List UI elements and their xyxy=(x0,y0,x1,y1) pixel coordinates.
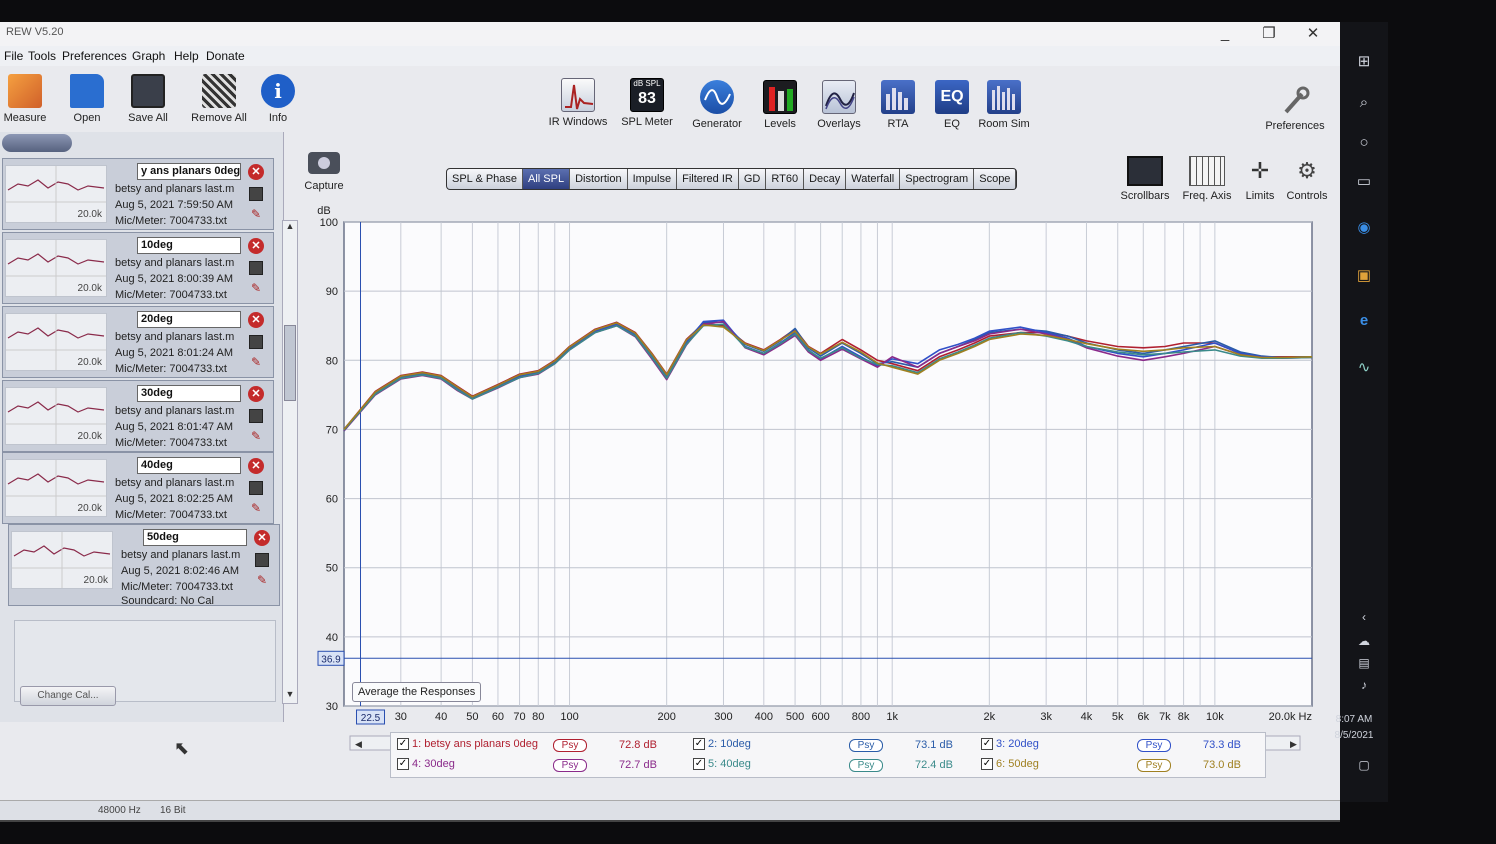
y-tick-label: 100 xyxy=(320,217,338,229)
x-tick-label: 1k xyxy=(886,711,898,723)
x-tick-label: 6k xyxy=(1137,711,1149,723)
y-tick-label: 70 xyxy=(326,424,338,436)
windows-start-icon[interactable]: ⊞ xyxy=(1352,52,1376,70)
cursor-y-readout: 36.9 xyxy=(321,654,341,665)
x-tick-label: 100 xyxy=(560,711,578,723)
y-tick-label: 80 xyxy=(326,355,338,367)
system-clock[interactable]: 8:07 AM 8/5/2021 xyxy=(1324,712,1384,744)
status-bar: 48000 Hz 16 Bit xyxy=(0,800,1340,820)
scroll-right-icon[interactable]: ▶ xyxy=(1290,739,1297,749)
x-tick-label: 4k xyxy=(1081,711,1093,723)
legend-panel: ✓ 1: betsy ans planars 0deg Psy 72.8 dB ✓ 2: … xyxy=(390,732,1266,778)
y-tick-label: 60 xyxy=(326,494,338,506)
network-icon[interactable]: ▤ xyxy=(1352,656,1376,670)
psy-smoothing-button[interactable]: Psy xyxy=(1137,739,1171,752)
psy-smoothing-button[interactable]: Psy xyxy=(849,759,883,772)
legend-value: 73.0 dB xyxy=(1203,759,1241,771)
legend-entry[interactable]: ✓ 3: 20deg xyxy=(981,738,1039,751)
legend-value: 73.3 dB xyxy=(1203,739,1241,751)
legend-entry[interactable]: ✓ 6: 50deg xyxy=(981,758,1039,771)
volume-icon[interactable]: ♪ xyxy=(1352,678,1376,692)
scroll-left-icon[interactable]: ◀ xyxy=(355,739,362,749)
legend-entry[interactable]: ✓ 4: 30deg xyxy=(397,758,455,771)
legend-checkbox[interactable]: ✓ xyxy=(981,758,993,771)
notification-icon[interactable]: ▢ xyxy=(1352,758,1376,772)
sample-rate: 48000 Hz xyxy=(98,805,141,816)
legend-value: 72.8 dB xyxy=(619,739,657,751)
legend-entry[interactable]: ✓ 1: betsy ans planars 0deg xyxy=(397,738,538,751)
x-tick-label: 20.0k Hz xyxy=(1269,711,1312,723)
y-axis-label: dB xyxy=(317,205,330,217)
edge-icon[interactable]: ◉ xyxy=(1352,218,1376,236)
x-tick-label: 300 xyxy=(714,711,732,723)
cursor-x-readout: 22.5 xyxy=(361,713,381,724)
spl-graph[interactable]: 30405060708090100dB30 40 50 60 70 80 100 200 300… xyxy=(0,22,1340,800)
legend-checkbox[interactable]: ✓ xyxy=(693,738,705,751)
rew-window: REW V5.20 _ ❐ ✕ File Tools Preferences G… xyxy=(0,22,1340,822)
y-tick-label: 40 xyxy=(326,632,338,644)
legend-label: 4: 30deg xyxy=(412,758,455,770)
x-tick-label: 50 xyxy=(466,711,478,723)
legend-label: 5: 40deg xyxy=(708,758,751,770)
legend-label: 6: 50deg xyxy=(996,758,1039,770)
ie-icon[interactable]: e xyxy=(1352,312,1376,329)
onedrive-icon[interactable]: ☁ xyxy=(1352,634,1376,648)
legend-value: 72.4 dB xyxy=(915,759,953,771)
rew-app-icon[interactable]: ∿ xyxy=(1352,358,1376,376)
x-tick-label: 500 xyxy=(786,711,804,723)
x-tick-label: 70 xyxy=(513,711,525,723)
x-tick-label: 400 xyxy=(755,711,773,723)
x-tick-label: 80 xyxy=(532,711,544,723)
psy-smoothing-button[interactable]: Psy xyxy=(849,739,883,752)
x-tick-label: 7k xyxy=(1159,711,1171,723)
legend-value: 72.7 dB xyxy=(619,759,657,771)
average-responses-button[interactable]: Average the Responses xyxy=(352,682,482,702)
x-tick-label: 200 xyxy=(657,711,675,723)
cortana-icon[interactable]: ○ xyxy=(1352,134,1376,151)
search-icon[interactable]: ⌕ xyxy=(1352,94,1376,111)
windows-taskbar: ⊞ ⌕ ○ ▭ ◉ ▣ e ∿ ‹ ☁ ▤ ♪ ▢ xyxy=(1340,22,1388,802)
x-tick-label: 5k xyxy=(1112,711,1124,723)
y-tick-label: 90 xyxy=(326,286,338,298)
legend-label: 2: 10deg xyxy=(708,738,751,750)
x-tick-label: 40 xyxy=(435,711,447,723)
psy-smoothing-button[interactable]: Psy xyxy=(553,739,587,752)
bit-depth: 16 Bit xyxy=(160,805,186,816)
legend-checkbox[interactable]: ✓ xyxy=(397,738,409,751)
x-tick-label: 800 xyxy=(852,711,870,723)
legend-label: 3: 20deg xyxy=(996,738,1039,750)
x-tick-label: 10k xyxy=(1206,711,1224,723)
tray-chevron-icon[interactable]: ‹ xyxy=(1352,610,1376,624)
x-tick-label: 30 xyxy=(395,711,407,723)
x-tick-label: 600 xyxy=(811,711,829,723)
x-tick-label: 3k xyxy=(1040,711,1052,723)
legend-checkbox[interactable]: ✓ xyxy=(981,738,993,751)
task-view-icon[interactable]: ▭ xyxy=(1352,172,1376,190)
plot-area[interactable] xyxy=(343,221,1313,707)
legend-value: 73.1 dB xyxy=(915,739,953,751)
psy-smoothing-button[interactable]: Psy xyxy=(553,759,587,772)
x-tick-label: 2k xyxy=(984,711,996,723)
legend-checkbox[interactable]: ✓ xyxy=(693,758,705,771)
legend-entry[interactable]: ✓ 2: 10deg xyxy=(693,738,751,751)
y-tick-label: 50 xyxy=(326,563,338,575)
legend-checkbox[interactable]: ✓ xyxy=(397,758,409,771)
store-icon[interactable]: ▣ xyxy=(1352,266,1376,284)
x-tick-label: 60 xyxy=(492,711,504,723)
y-tick-label: 30 xyxy=(326,701,338,713)
legend-label: 1: betsy ans planars 0deg xyxy=(412,738,538,750)
psy-smoothing-button[interactable]: Psy xyxy=(1137,759,1171,772)
x-tick-label: 8k xyxy=(1178,711,1190,723)
legend-entry[interactable]: ✓ 5: 40deg xyxy=(693,758,751,771)
